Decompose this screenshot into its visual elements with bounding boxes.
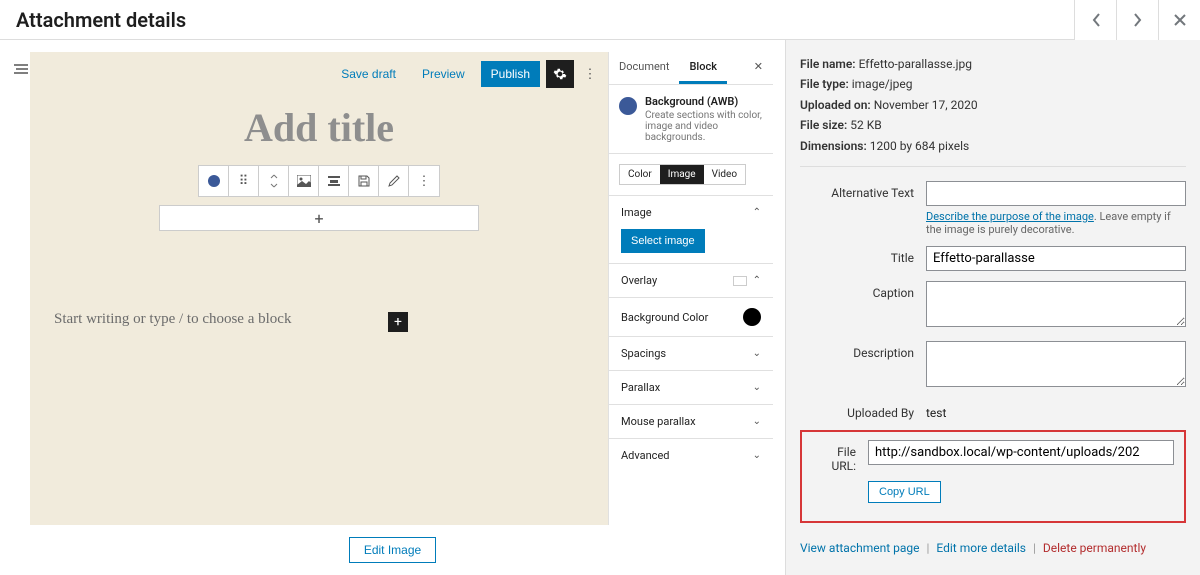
chevron-down-icon: ⌄ (753, 416, 761, 427)
title-input[interactable] (926, 246, 1186, 271)
image-icon[interactable] (289, 166, 319, 196)
collapse-icon[interactable] (12, 52, 30, 525)
sidebar-close-icon[interactable]: ✕ (744, 52, 773, 84)
next-attachment-button[interactable] (1116, 0, 1158, 40)
edit-details-link[interactable]: Edit more details (936, 541, 1026, 555)
alt-help-link[interactable]: Describe the purpose of the image (926, 210, 1094, 223)
panel-parallax[interactable]: Parallax⌄ (609, 370, 773, 404)
file-size-value: 52 KB (850, 118, 881, 132)
alt-text-input[interactable] (926, 181, 1186, 206)
view-attachment-link[interactable]: View attachment page (800, 541, 920, 555)
prev-attachment-button[interactable] (1074, 0, 1116, 40)
panel-spacings[interactable]: Spacings⌄ (609, 336, 773, 370)
save-draft-button[interactable]: Save draft (331, 61, 406, 87)
block-more-icon[interactable]: ⋮ (409, 166, 439, 196)
chevron-up-icon: ⌃ (753, 207, 761, 218)
alt-text-label: Alternative Text (800, 181, 926, 200)
file-name-label: File name: (800, 57, 856, 71)
file-type-label: File type: (800, 77, 849, 91)
color-swatch[interactable] (743, 308, 761, 326)
post-title-input[interactable]: Add title (42, 104, 596, 151)
description-input[interactable] (926, 341, 1186, 387)
panel-overlay[interactable]: Overlay⌃ (609, 263, 773, 297)
file-url-input[interactable] (868, 440, 1174, 465)
select-image-button[interactable]: Select image (621, 229, 705, 253)
title-label: Title (800, 246, 926, 265)
chevron-down-icon: ⌄ (753, 348, 761, 359)
caption-label: Caption (800, 281, 926, 300)
edit-icon[interactable] (379, 166, 409, 196)
close-button[interactable] (1158, 0, 1200, 40)
dimensions-value: 1200 by 684 pixels (870, 139, 969, 153)
dimensions-label: Dimensions: (800, 139, 867, 153)
edit-image-button[interactable]: Edit Image (349, 537, 436, 563)
block-name: Background (AWB) (645, 95, 763, 108)
uploaded-by-label: Uploaded By (800, 401, 926, 420)
block-description: Create sections with color, image and vi… (645, 110, 763, 143)
chevron-down-icon: ⌄ (753, 450, 761, 461)
tab-document[interactable]: Document (609, 52, 679, 84)
editor-sidebar: Document Block ✕ Background (AWB) Create… (608, 52, 773, 525)
background-type-segmented: Color Image Video (619, 164, 746, 185)
description-label: Description (800, 341, 926, 360)
file-name-value: Effetto-parallasse.jpg (859, 57, 972, 71)
drag-handle-icon[interactable]: ⠿ (229, 166, 259, 196)
file-size-label: File size: (800, 118, 847, 132)
file-url-highlight: File URL: Copy URL (800, 430, 1186, 523)
publish-button[interactable]: Publish (481, 61, 540, 87)
delete-permanently-link[interactable]: Delete permanently (1043, 541, 1146, 555)
align-icon[interactable] (319, 166, 349, 196)
block-type-icon[interactable] (199, 166, 229, 196)
insert-block-button[interactable]: + (388, 312, 408, 332)
block-prompt[interactable]: Start writing or type / to choose a bloc… (42, 311, 596, 328)
seg-image[interactable]: Image (660, 165, 704, 184)
overlay-swatch[interactable] (733, 276, 747, 286)
more-options-button[interactable]: ⋮ (580, 67, 600, 82)
awb-block-icon (619, 97, 637, 115)
panel-mouse-parallax[interactable]: Mouse parallax⌄ (609, 404, 773, 438)
preview-button[interactable]: Preview (412, 61, 475, 87)
attachment-details-panel: File name: Effetto-parallasse.jpg File t… (785, 40, 1200, 575)
save-icon[interactable] (349, 166, 379, 196)
file-url-label: File URL: (812, 440, 868, 473)
uploaded-by-value: test (926, 401, 1186, 420)
uploaded-on-label: Uploaded on: (800, 98, 871, 112)
file-type-value: image/jpeg (852, 77, 913, 91)
copy-url-button[interactable]: Copy URL (868, 481, 941, 503)
block-toolbar: ⠿ ⋮ (198, 165, 440, 197)
chevron-up-icon: ⌃ (753, 275, 761, 286)
seg-color[interactable]: Color (620, 165, 660, 184)
panel-advanced[interactable]: Advanced⌄ (609, 438, 773, 472)
chevron-down-icon: ⌄ (753, 382, 761, 393)
tab-block[interactable]: Block (679, 52, 726, 84)
modal-title: Attachment details (16, 8, 186, 32)
panel-image[interactable]: Image⌃ (609, 195, 773, 229)
add-block-bar[interactable]: + (159, 205, 479, 231)
editor-canvas: Save draft Preview Publish ⋮ Add title ⠿ (30, 52, 608, 525)
uploaded-on-value: November 17, 2020 (874, 98, 978, 112)
panel-background-color[interactable]: Background Color (609, 297, 773, 336)
caption-input[interactable] (926, 281, 1186, 327)
seg-video[interactable]: Video (704, 165, 745, 184)
move-icon[interactable] (259, 166, 289, 196)
settings-button[interactable] (546, 60, 574, 88)
